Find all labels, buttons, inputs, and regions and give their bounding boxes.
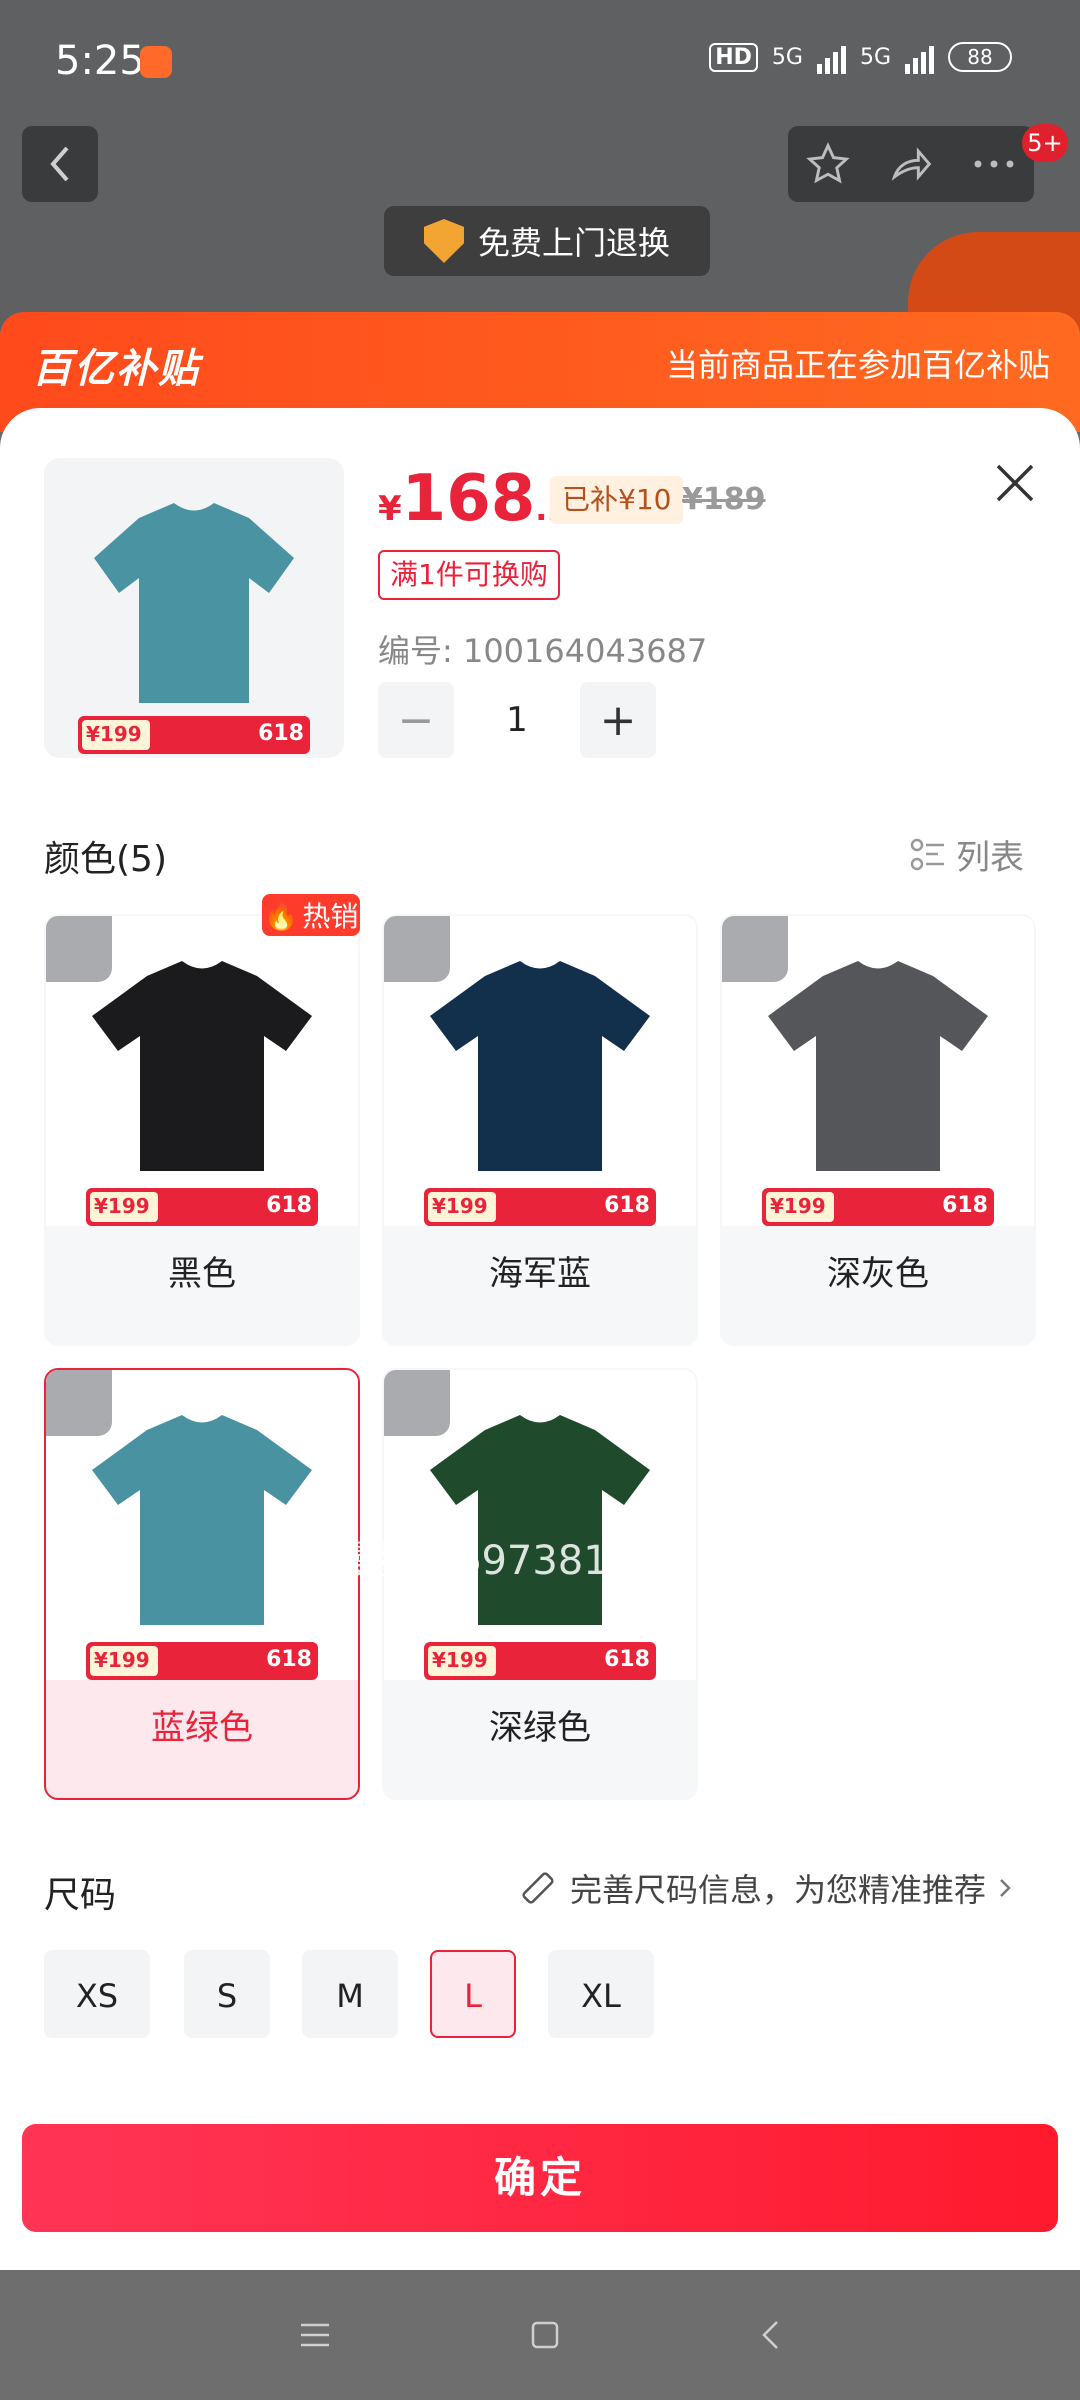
back-nav-icon[interactable] [759,2319,781,2351]
signal-icon [816,40,846,74]
free-return-text: 免费上门退换 [477,224,670,262]
more-icon[interactable] [972,158,1016,170]
size-recommend-link[interactable]: 完善尺码信息，为您精准推荐 [518,1865,1012,1911]
signal-icon-2 [905,40,934,74]
color-label: 蓝绿色 [151,1708,253,1748]
chevron-left-icon [50,146,69,182]
free-return-banner: 免费上门退换 [384,206,710,276]
status-bar: 5:25 HD 5G 5G 88 [0,0,1080,120]
color-label: 深绿色 [489,1708,591,1748]
promo-event: 618 [604,1193,650,1218]
expand-icon[interactable] [46,1370,112,1436]
battery-icon: 88 [948,42,1012,72]
back-button[interactable] [22,126,98,202]
color-option-dark-gray[interactable]: ¥199 618 深灰色 [720,914,1036,1346]
size-option-xs[interactable]: XS [44,1950,150,2038]
price-integer: 168 [401,462,536,536]
hot-sale-badge: 🔥 热销 [262,894,360,936]
promo-event: 618 [258,721,304,746]
quantity-value[interactable]: 1 [454,700,580,740]
star-icon[interactable] [806,142,851,186]
promo-event: 618 [266,1647,312,1672]
watermark: 慢星人69738191X [336,1538,687,1584]
list-view-toggle[interactable]: 列表 [910,830,1024,879]
promo-strip: ¥199 618 [762,1188,994,1226]
color-label: 黑色 [168,1254,236,1294]
sku-number: 编号: 100164043687 [378,632,708,670]
size-option-s[interactable]: S [184,1950,270,2038]
size-option-xl[interactable]: XL [548,1950,654,2038]
promo-price: ¥199 [94,1648,150,1672]
promo-strip: ¥199 618 [86,1642,318,1680]
expand-icon[interactable] [722,916,788,982]
flame-icon: 🔥 [263,898,299,932]
expand-icon[interactable] [46,916,112,982]
size-hint-text: 完善尺码信息，为您精准推荐 [570,1871,987,1909]
product-thumbnail[interactable]: ¥199 618 [44,458,344,758]
subsidy-logo: 百亿补贴 [32,346,200,392]
subsidy-text: 当前商品正在参加百亿补贴 [665,346,1050,384]
promo-price: ¥199 [86,722,142,746]
color-label: 深灰色 [827,1254,929,1294]
exchange-tag: 满1件可换购 [378,550,560,600]
status-time: 5:25 [55,38,145,84]
list-view-label: 列表 [956,838,1024,878]
tshirt-image [94,503,294,703]
system-icons: HD 5G 5G 88 [709,40,1012,74]
message-count-badge: 5+ [1022,124,1068,162]
close-icon[interactable] [990,458,1040,508]
share-icon[interactable] [887,142,935,186]
subsidy-amount-tag: 已补¥10 [550,476,684,524]
menu-icon[interactable] [299,2321,331,2349]
confirm-button[interactable]: 确定 [22,2124,1058,2232]
color-label: 海军蓝 [489,1254,591,1294]
expand-icon[interactable] [384,916,450,982]
size-option-l[interactable]: L [430,1950,516,2038]
size-section-title: 尺码 [44,1875,117,1916]
color-section-title: 颜色(5) [44,839,167,880]
size-option-m[interactable]: M [302,1950,398,2038]
shield-icon [423,219,464,263]
color-option-navy[interactable]: ¥199 618 海军蓝 [382,914,698,1346]
color-option-black[interactable]: ¥199 618 黑色 [44,914,360,1346]
sku-selector-sheet: ¥199 618 ¥ 168 .21 已补¥10 ¥189 满1件可换购 编号:… [0,408,1080,2270]
network-label-2: 5G [859,44,891,70]
promo-price: ¥199 [770,1194,826,1218]
promo-price: ¥199 [432,1194,488,1218]
hd-icon: HD [709,42,758,72]
home-icon[interactable] [530,2320,560,2350]
promo-event: 618 [604,1647,650,1672]
original-price: ¥189 [682,482,766,517]
increase-button[interactable]: + [580,682,656,758]
page-toolbar [788,126,1034,202]
list-icon [910,838,944,870]
ruler-icon [522,1872,554,1904]
chevron-right-icon [1000,1879,1011,1897]
notification-app-icon [140,46,172,78]
promo-event: 618 [266,1193,312,1218]
system-navigation-bar [0,2270,1080,2400]
quantity-stepper: − 1 + [378,682,656,758]
price-symbol: ¥ [378,489,402,529]
decrease-button[interactable]: − [378,682,454,758]
promo-strip: ¥199 618 [86,1188,318,1226]
promo-strip: ¥199 618 [424,1188,656,1226]
network-label: 5G [771,44,803,70]
promo-price: ¥199 [94,1194,150,1218]
promo-strip: ¥199 618 [424,1642,656,1680]
color-option-teal[interactable]: ¥199 618 蓝绿色 [44,1368,360,1800]
promo-price: ¥199 [432,1648,488,1672]
promo-event: 618 [942,1193,988,1218]
expand-icon[interactable] [384,1370,450,1436]
promo-strip: ¥199 618 [78,716,310,754]
hot-label: 热销 [302,900,359,933]
